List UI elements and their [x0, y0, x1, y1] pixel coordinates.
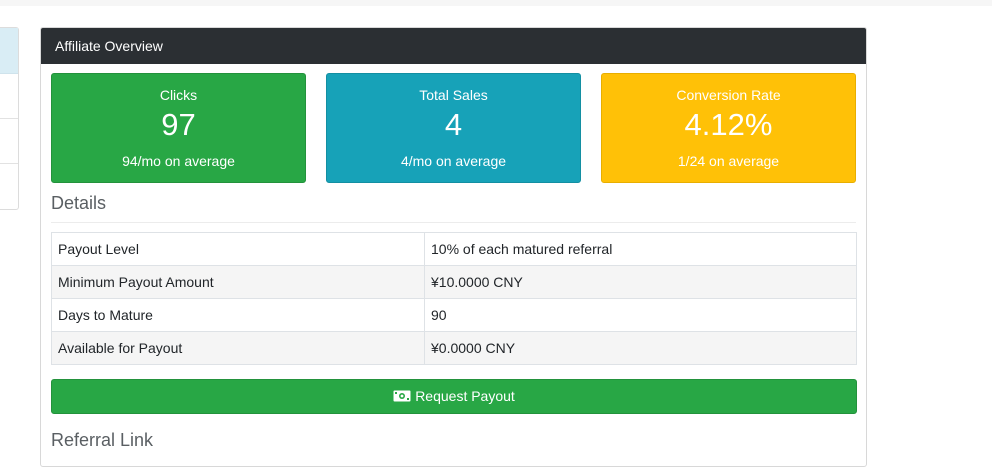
sidebar-item[interactable] — [0, 119, 18, 164]
clicks-label: Clicks — [159, 87, 198, 103]
sidebar-panel — [0, 27, 19, 210]
top-strip — [0, 0, 992, 6]
total-sales-stat-box: Total Sales 4 4/mo on average — [326, 73, 581, 183]
sidebar-item[interactable] — [0, 74, 18, 119]
conversion-rate-value: 4.12% — [684, 107, 773, 142]
table-row: Available for Payout ¥0.0000 CNY — [51, 331, 857, 365]
details-heading: Details — [51, 193, 107, 213]
sidebar-header — [0, 28, 18, 74]
clicks-average: 94/mo on average — [122, 153, 235, 169]
table-row: Payout Level 10% of each matured referra… — [51, 232, 857, 266]
details-key: Payout Level — [51, 232, 425, 266]
conversion-rate-stat-box: Conversion Rate 4.12% 1/24 on average — [601, 73, 856, 183]
details-key: Days to Mature — [51, 298, 425, 332]
request-payout-label: Request Payout — [415, 388, 515, 404]
request-payout-button[interactable]: Request Payout — [51, 379, 857, 414]
total-sales-value: 4 — [444, 107, 463, 142]
clicks-stat-box: Clicks 97 94/mo on average — [51, 73, 306, 183]
conversion-rate-label: Conversion Rate — [676, 87, 781, 103]
money-bill-icon — [393, 381, 411, 402]
details-value: ¥0.0000 CNY — [424, 331, 857, 365]
details-key: Minimum Payout Amount — [51, 265, 425, 299]
table-row: Minimum Payout Amount ¥10.0000 CNY — [51, 265, 857, 299]
details-key: Available for Payout — [51, 331, 425, 365]
table-row: Days to Mature 90 — [51, 298, 857, 332]
details-value: 90 — [424, 298, 857, 332]
total-sales-label: Total Sales — [419, 87, 488, 103]
details-value: ¥10.0000 CNY — [424, 265, 857, 299]
details-value: 10% of each matured referral — [424, 232, 857, 266]
card-title: Affiliate Overview — [41, 28, 866, 64]
conversion-rate-average: 1/24 on average — [677, 153, 780, 169]
total-sales-average: 4/mo on average — [400, 153, 507, 169]
clicks-value: 97 — [161, 107, 196, 142]
divider — [51, 222, 856, 223]
details-table: Payout Level 10% of each matured referra… — [51, 232, 857, 365]
sidebar-item[interactable] — [0, 164, 18, 209]
referral-link-heading: Referral Link — [51, 430, 154, 450]
affiliate-overview-card: Affiliate Overview Clicks 97 94/mo on av… — [40, 27, 867, 467]
